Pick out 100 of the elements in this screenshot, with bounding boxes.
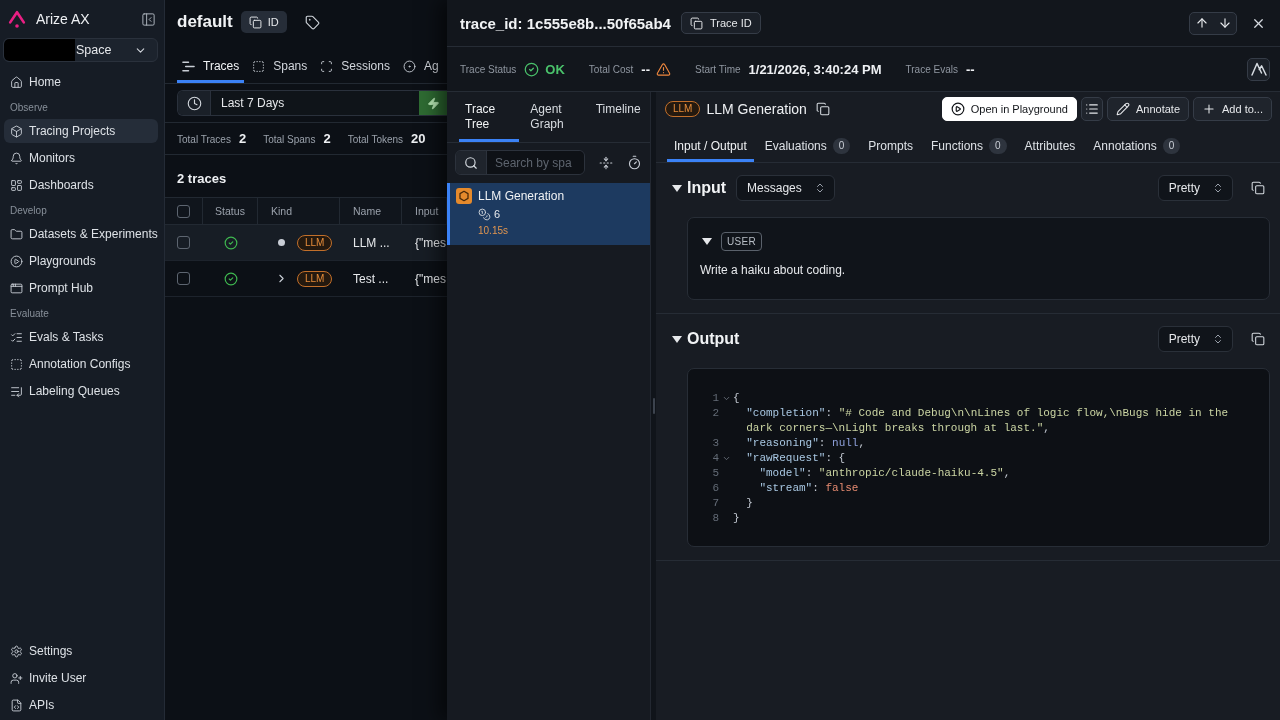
meta-label: Total Cost (588, 63, 634, 75)
add-to-button[interactable]: Add to... (1193, 97, 1272, 121)
code-line: "completion": "# Code and Debug\n\nLines of logic flow,\nBugs hide in the dark corners—\nLight breaks through at last.", (745, 406, 1230, 436)
sidebar-item[interactable]: Dashboards (4, 173, 158, 197)
code-line: "rawRequest": { (745, 451, 846, 466)
peaks-icon (1250, 62, 1267, 76)
dashboard-icon (10, 178, 23, 192)
tab[interactable]: Spans (247, 52, 313, 83)
tab[interactable]: Attributes (1017, 133, 1083, 162)
copy-trace-id-button[interactable]: Trace ID (680, 12, 761, 34)
user-plus-icon (10, 671, 23, 685)
tag-icon[interactable] (304, 14, 320, 30)
tab[interactable]: Traces (177, 52, 245, 83)
sidebar-item[interactable]: Settings (4, 639, 158, 663)
kind-badge: LLM (297, 234, 333, 251)
list-icon (1084, 102, 1099, 116)
sidebar-item[interactable]: APIs (4, 693, 158, 717)
meta-label: Trace Evals (905, 63, 958, 75)
tab[interactable]: Ag (397, 52, 444, 83)
row-checkbox[interactable] (177, 272, 190, 285)
tab[interactable]: Agent Graph (524, 92, 585, 142)
list-button[interactable] (1080, 97, 1103, 121)
sidebar-toggle-icon[interactable] (141, 11, 156, 27)
playground-button[interactable]: Open in Playground (941, 97, 1077, 121)
list-icon (10, 384, 23, 398)
line-number: 2 (711, 406, 719, 421)
sidebar-item[interactable]: Annotation Configs (4, 352, 158, 376)
up-down-icon (1212, 182, 1224, 194)
line-number: 8 (711, 511, 719, 526)
tab[interactable]: Input / Output (667, 133, 754, 162)
span-duration: 10.15s (478, 225, 510, 236)
tab[interactable]: Evaluations 0 (757, 133, 858, 162)
copy-icon[interactable] (815, 102, 830, 116)
meta-label: Trace Status (460, 63, 517, 75)
span-title: LLM Generation (478, 188, 565, 204)
triangle-down-icon[interactable] (672, 184, 682, 192)
view-select[interactable]: Pretty (1157, 175, 1233, 201)
sidebar-item[interactable]: Monitors (4, 146, 158, 170)
settings-icon (10, 644, 23, 658)
fold-chevron-icon[interactable] (721, 394, 731, 403)
code-line: "stream": false (758, 481, 859, 496)
sidebar-item[interactable]: Home (4, 70, 158, 94)
table-row[interactable]: LLM LLM ... {"mes (165, 225, 447, 261)
token-count: 6 (494, 208, 501, 220)
stat-value: 20 (411, 131, 426, 146)
scan-icon (320, 59, 334, 73)
copy-icon (689, 16, 703, 30)
logo-icon (8, 10, 26, 28)
tab[interactable]: Timeline (589, 92, 650, 142)
input-preview: {"mes (415, 235, 446, 250)
section-heading: Evaluate (10, 307, 50, 321)
copy-icon[interactable] (1251, 332, 1265, 346)
sidebar-item[interactable]: Playgrounds (4, 249, 158, 273)
meta-value: 1/21/2026, 3:40:24 PM (748, 61, 882, 77)
copy-icon[interactable] (1251, 181, 1265, 195)
tab[interactable]: Trace Tree (459, 92, 520, 142)
sidebar-item[interactable]: Prompt Hub (4, 276, 158, 300)
fold-chevron-icon[interactable] (721, 454, 731, 463)
row-checkbox[interactable] (177, 236, 190, 249)
tab[interactable]: Functions 0 (924, 133, 1014, 162)
lines-icon (182, 59, 195, 73)
sidebar-item[interactable]: Labeling Queues (4, 379, 158, 403)
brand-name: Arize AX (36, 11, 91, 27)
code-line: } (733, 511, 740, 526)
checklist-icon (10, 330, 23, 344)
message-text: Write a haiku about coding. (700, 263, 847, 277)
search-field[interactable]: Search by spa (455, 150, 585, 175)
line-number: 3 (711, 436, 719, 451)
sidebar-item[interactable]: Tracing Projects (4, 119, 158, 143)
play-circle-icon (950, 102, 965, 116)
span-name: LLM ... (353, 235, 390, 250)
span-tree-item[interactable]: LLM Generation 6 10.15s (447, 183, 650, 245)
home-icon (10, 75, 23, 89)
format-select[interactable]: Messages (736, 175, 835, 201)
copy-id-button[interactable]: ID (240, 11, 287, 33)
sidebar-item[interactable]: Evals & Tasks (4, 325, 158, 349)
section-heading: Develop (10, 204, 48, 218)
trace-id-title: trace_id: 1c555e8b...50f65ab4 (460, 14, 671, 32)
tab[interactable]: Prompts (861, 133, 920, 162)
view-select[interactable]: Pretty (1157, 326, 1233, 352)
timer-icon[interactable] (627, 155, 642, 170)
select-all-checkbox[interactable] (177, 204, 190, 218)
compress-icon[interactable] (599, 155, 613, 170)
kind-badge: LLM (665, 101, 701, 117)
annotate-button[interactable]: Annotate (1106, 97, 1189, 121)
table-row[interactable]: LLM Test ... {"mes (165, 261, 447, 297)
section-title: Input (687, 179, 727, 197)
project-title: default (177, 12, 233, 32)
triangle-down-icon[interactable] (672, 335, 682, 343)
span-name: Test ... (353, 271, 389, 286)
section-heading: Observe (10, 101, 49, 115)
count-badge: 0 (832, 138, 851, 154)
workspace-selector[interactable]: Space (3, 38, 158, 62)
tab[interactable]: Sessions (315, 52, 395, 83)
tab[interactable]: Annotations 0 (1086, 133, 1188, 162)
sidebar-item[interactable]: Datasets & Experiments (4, 222, 158, 246)
evals-button[interactable] (1247, 57, 1270, 81)
role-badge: USER (721, 231, 762, 251)
triangle-down-icon[interactable] (702, 237, 712, 245)
sidebar-item[interactable]: Invite User (4, 666, 158, 690)
